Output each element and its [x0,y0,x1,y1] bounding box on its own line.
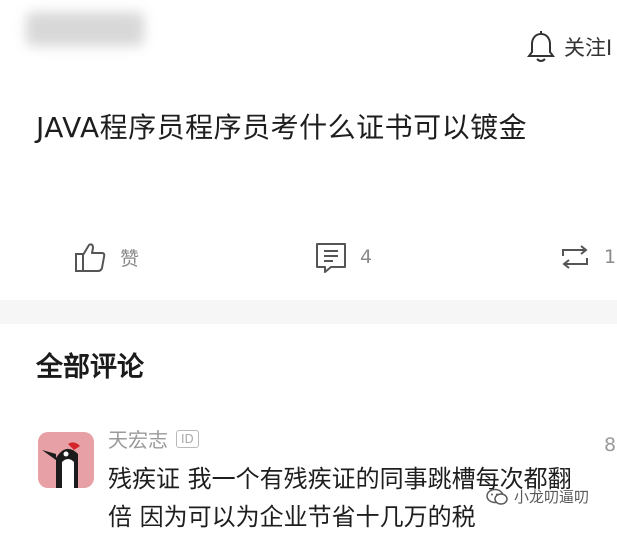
repost-button[interactable]: 1 [558,232,616,282]
post-title: JAVA程序员程序员考什么证书可以镀金 [36,111,528,144]
repost-icon [562,245,588,269]
top-bar: 关注I [0,0,617,80]
bell-icon [527,31,555,62]
section-divider [0,300,617,324]
comment-username[interactable]: 天宏志 [108,424,168,453]
watermark: 小龙叨逼叨 [486,486,589,507]
comment-user: 天宏志 ID [108,424,199,453]
comment-time: 8 [604,434,617,456]
wechat-icon [486,488,508,505]
woodpecker-avatar-icon [38,432,94,488]
thumbs-up-icon [75,243,106,272]
like-label: 赞 [120,247,140,270]
all-comments-title: 全部评论 [36,352,144,383]
watermark-text: 小龙叨逼叨 [514,488,590,506]
id-badge: ID [176,429,199,448]
follow-label: 关注I [564,36,613,60]
comment-button[interactable]: 4 [314,232,372,282]
comment-count: 4 [360,246,373,268]
comment-item: 天宏志 ID 8 残疾证 我一个有残疾证的同事跳槽每次都翻 倍 因为可以为企业节… [0,420,617,531]
avatar[interactable] [38,432,94,488]
action-bar: 赞 4 1 [0,232,617,282]
like-button[interactable]: 赞 [74,232,139,282]
author-name-blurred [26,12,144,46]
follow-button[interactable]: 关注I [526,30,612,64]
repost-count: 1 [604,246,617,268]
comment-icon [316,243,346,273]
